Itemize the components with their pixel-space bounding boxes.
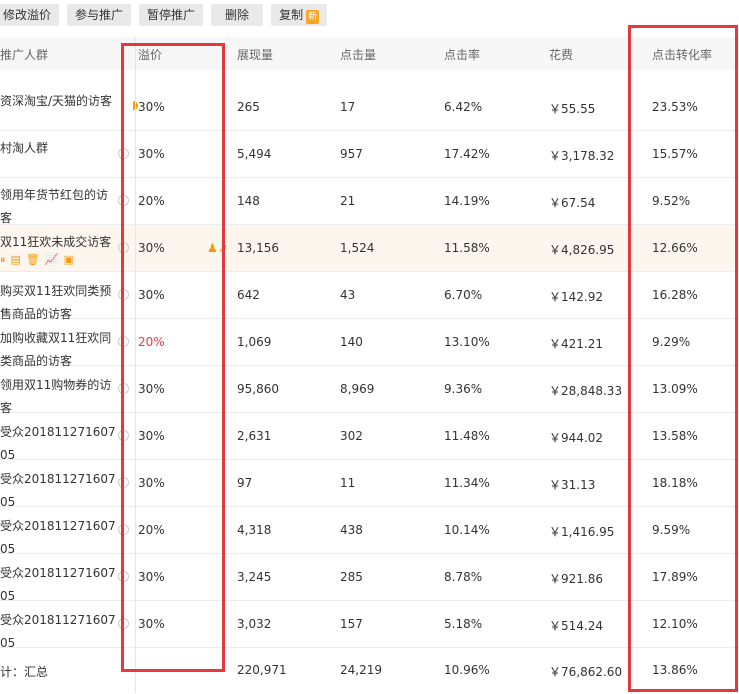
cell-clicks: 140 [340,335,363,349]
cell-clicks: 11 [340,476,356,490]
pause-icon[interactable]: ⏸ [0,253,6,267]
cell-ctr: 11.34% [444,476,490,490]
cell-clicks: 285 [340,570,363,584]
cell-ctr: 11.48% [444,429,490,443]
cell-impressions: 2,631 [237,429,272,443]
toolbar: 修改溢价 参与推广 暂停推广 删除 复制新 [0,4,328,26]
summary-label: 计：汇总 [0,665,49,679]
summary-ctr: 10.96% [444,663,490,677]
cell-impressions: 3,032 [237,617,272,631]
cell-impressions: 3,245 [237,570,272,584]
cell-clicks: 8,969 [340,382,375,396]
cell-cost: ￥921.86 [549,572,603,586]
chart-icon[interactable]: 📈 [45,253,59,267]
audience-name: 村淘人群 [0,141,49,155]
cell-cost: ￥3,178.32 [549,149,615,163]
col-ctr[interactable]: 点击率 [444,46,480,63]
col-clicks[interactable]: 点击量 [340,46,376,63]
cell-cost: ￥28,848.33 [549,384,623,398]
cell-cost: ￥421.21 [549,337,603,351]
cell-clicks: 1,524 [340,241,375,255]
copy-label: 复制 [279,8,304,22]
cell-clicks: 43 [340,288,356,302]
pause-promotion-button[interactable]: 暂停推广 [139,4,204,26]
cell-ctr: 9.36% [444,382,483,396]
cell-cost: ￥1,416.95 [549,525,615,539]
copy-button[interactable]: 复制新 [271,4,328,26]
cell-clicks: 157 [340,617,363,631]
col-name[interactable]: 推广人群 [0,46,48,63]
cell-impressions: 4,318 [237,523,272,537]
cell-ctr: 6.42% [444,100,483,114]
col-cost[interactable]: 花费 [549,46,573,63]
cell-impressions: 13,156 [237,241,279,255]
col-impressions[interactable]: 展现量 [237,46,273,63]
cell-clicks: 17 [340,100,356,114]
row-actions: ⏸ ▤ 🗑 📈 ▣ [0,253,74,267]
summary-cost: ￥76,862.60 [549,665,623,679]
summary-clicks: 24,219 [340,663,382,677]
cell-ctr: 13.10% [444,335,490,349]
cell-ctr: 14.19% [444,194,490,208]
report-icon[interactable]: ▣ [64,253,74,267]
audience-name: 资深淘宝/天猫的访客 [0,94,113,108]
cell-ctr: 17.42% [444,147,490,161]
cell-clicks: 438 [340,523,363,537]
cvr-highlight-box [628,25,738,692]
cell-ctr: 11.58% [444,241,490,255]
join-promotion-button[interactable]: 参与推广 [67,4,132,26]
cell-impressions: 265 [237,100,260,114]
audience-name: 领用年货节红包的访客 [0,188,109,225]
cell-impressions: 1,069 [237,335,272,349]
cell-cost: ￥4,826.95 [549,243,615,257]
cell-impressions: 642 [237,288,260,302]
cell-ctr: 6.70% [444,288,483,302]
cell-clicks: 302 [340,429,363,443]
cell-cost: ￥514.24 [549,619,603,633]
cell-cost: ￥67.54 [549,196,596,210]
cell-clicks: 957 [340,147,363,161]
cell-impressions: 97 [237,476,253,490]
cell-impressions: 5,494 [237,147,272,161]
cell-cost: ￥142.92 [549,290,603,304]
edit-icon[interactable]: ▤ [11,253,21,267]
cell-ctr: 5.18% [444,617,483,631]
cell-cost: ￥55.55 [549,102,596,116]
new-badge: 新 [306,10,320,24]
edit-premium-button[interactable]: 修改溢价 [0,4,60,26]
summary-impressions: 220,971 [237,663,287,677]
cell-impressions: 148 [237,194,260,208]
cell-cost: ￥31.13 [549,478,596,492]
cell-ctr: 8.78% [444,570,483,584]
cell-cost: ￥944.02 [549,431,603,445]
premium-highlight-box [121,43,225,672]
cell-impressions: 95,860 [237,382,279,396]
audience-name: 双11狂欢未成交访客 [0,235,112,249]
cell-ctr: 10.14% [444,523,490,537]
cell-clicks: 21 [340,194,356,208]
delete-icon[interactable]: 🗑 [26,253,40,267]
delete-button[interactable]: 删除 [211,4,264,26]
